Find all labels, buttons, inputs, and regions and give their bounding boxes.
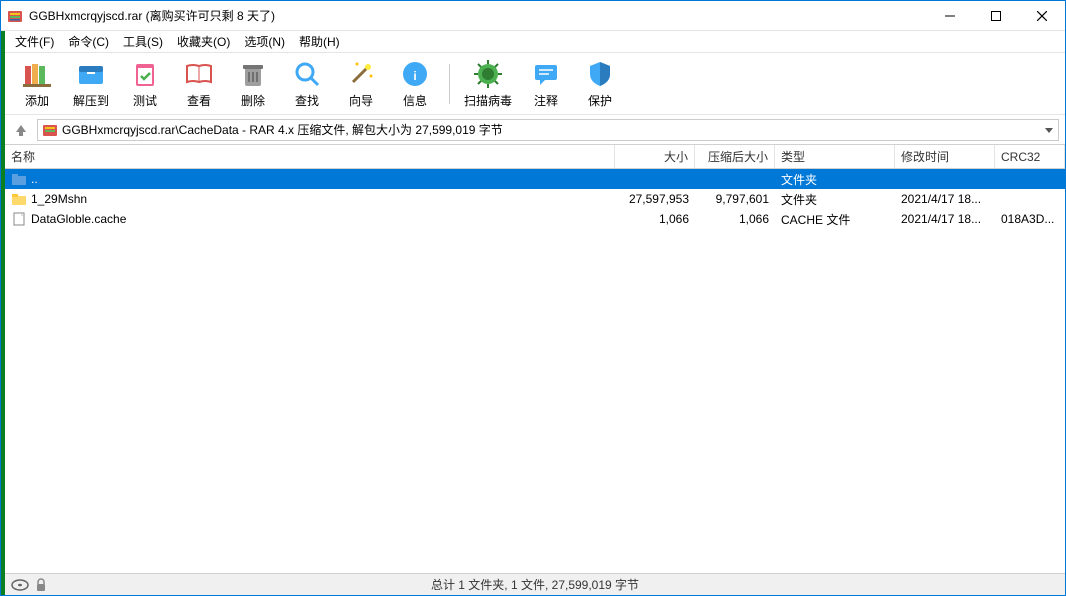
find-label: 查找 [295,92,319,109]
protect-label: 保护 [588,92,612,109]
find-button[interactable]: 查找 [283,56,331,111]
status-summary: 总计 1 文件夹, 1 文件, 27,599,019 字节 [431,576,639,593]
statusbar: 总计 1 文件夹, 1 文件, 27,599,019 字节 [5,573,1065,595]
col-mtime[interactable]: 修改时间 [895,145,995,168]
file-size: 1,066 [615,212,695,226]
archive-icon [42,122,58,138]
extract-label: 解压到 [73,92,109,109]
file-name: 1_29Mshn [31,192,87,206]
file-mtime: 2021/4/17 18... [895,192,995,206]
window-controls [927,1,1065,31]
info-icon: i [399,58,431,90]
col-type[interactable]: 类型 [775,145,895,168]
pathbar: GGBHxmcrqyjscd.rar\CacheData - RAR 4.x 压… [5,115,1065,145]
virus-icon [472,58,504,90]
view-button[interactable]: 查看 [175,56,223,111]
shield-icon [584,58,616,90]
file-type: CACHE 文件 [775,211,895,228]
app-icon [7,8,23,24]
virusscan-label: 扫描病毒 [464,92,512,109]
titlebar: GGBHxmcrqyjscd.rar (离购买许可只剩 8 天了) [1,1,1065,31]
clipboard-check-icon [129,58,161,90]
table-row[interactable]: 1_29Mshn 27,597,9539,797,601文件夹2021/4/17 … [5,189,1065,209]
file-list[interactable]: ..文件夹1_29Mshn27,597,9539,797,601文件夹2021/… [5,169,1065,573]
wizard-label: 向导 [349,92,373,109]
file-size: 27,597,953 [615,192,695,206]
file-mtime: 2021/4/17 18... [895,212,995,226]
table-row[interactable]: .. 文件夹 [5,169,1065,189]
menu-help[interactable]: 帮助(H) [293,31,346,52]
col-name[interactable]: 名称 [5,145,615,168]
protect-button[interactable]: 保护 [576,56,624,111]
wizard-button[interactable]: 向导 [337,56,385,111]
svg-text:i: i [413,69,416,83]
maximize-button[interactable] [973,1,1019,31]
column-headers: 名称 大小 压缩后大小 类型 修改时间 CRC32 [5,145,1065,169]
wand-icon [345,58,377,90]
comment-icon [530,58,562,90]
book-open-icon [183,58,215,90]
window-title: GGBHxmcrqyjscd.rar (离购买许可只剩 8 天了) [29,7,927,24]
toolbar-separator [449,64,450,104]
menu-commands[interactable]: 命令(C) [62,31,115,52]
folder-icon [11,191,27,207]
books-icon [21,58,53,90]
view-label: 查看 [187,92,211,109]
file-crc: 018A3D... [995,212,1065,226]
disk-icon [11,579,29,591]
menu-options[interactable]: 选项(N) [238,31,291,52]
path-field[interactable]: GGBHxmcrqyjscd.rar\CacheData - RAR 4.x 压… [37,119,1059,141]
file-name: .. [31,172,38,186]
info-label: 信息 [403,92,427,109]
file-name: DataGloble.cache [31,212,126,226]
file-packed: 9,797,601 [695,192,775,206]
menubar: 文件(F) 命令(C) 工具(S) 收藏夹(O) 选项(N) 帮助(H) [5,31,1065,53]
file-type: 文件夹 [775,171,895,188]
up-icon [11,171,27,187]
close-button[interactable] [1019,1,1065,31]
minimize-button[interactable] [927,1,973,31]
file-icon [11,211,27,227]
comment-button[interactable]: 注释 [522,56,570,111]
info-button[interactable]: i 信息 [391,56,439,111]
drawer-icon [75,58,107,90]
virusscan-button[interactable]: 扫描病毒 [460,56,516,111]
app-window: GGBHxmcrqyjscd.rar (离购买许可只剩 8 天了) 文件(F) … [0,0,1066,596]
toolbar: 添加 解压到 测试 查看 删除 [5,53,1065,115]
test-label: 测试 [133,92,157,109]
delete-label: 删除 [241,92,265,109]
menu-tools[interactable]: 工具(S) [117,31,169,52]
comment-label: 注释 [534,92,558,109]
col-packed[interactable]: 压缩后大小 [695,145,775,168]
dropdown-icon[interactable] [1044,125,1054,135]
menu-file[interactable]: 文件(F) [9,31,60,52]
extract-button[interactable]: 解压到 [67,56,115,111]
file-packed: 1,066 [695,212,775,226]
lock-icon [35,578,47,592]
path-text: GGBHxmcrqyjscd.rar\CacheData - RAR 4.x 压… [62,121,503,138]
menu-favorites[interactable]: 收藏夹(O) [171,31,236,52]
test-button[interactable]: 测试 [121,56,169,111]
add-label: 添加 [25,92,49,109]
add-button[interactable]: 添加 [13,56,61,111]
col-size[interactable]: 大小 [615,145,695,168]
file-type: 文件夹 [775,191,895,208]
table-row[interactable]: DataGloble.cache1,0661,066CACHE 文件2021/4… [5,209,1065,229]
col-crc[interactable]: CRC32 [995,145,1065,168]
delete-button[interactable]: 删除 [229,56,277,111]
up-button[interactable] [11,120,31,140]
search-icon [291,58,323,90]
trash-icon [237,58,269,90]
